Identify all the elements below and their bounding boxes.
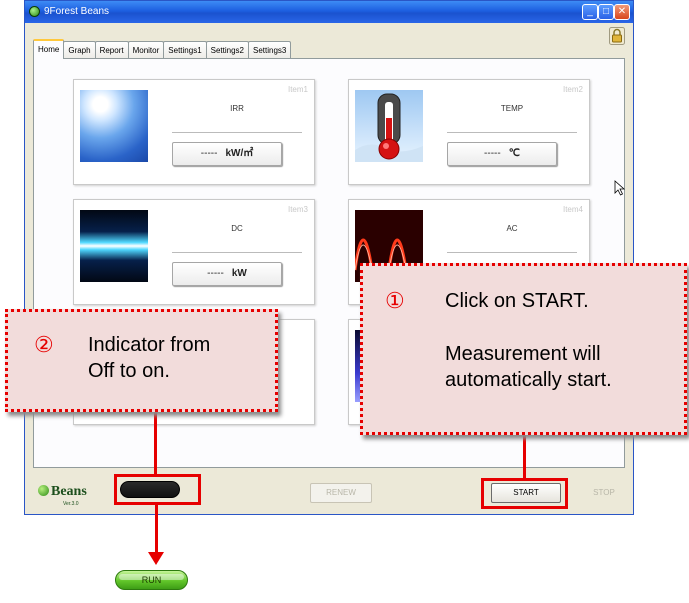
close-icon: ✕ <box>617 6 627 17</box>
thermometer-image <box>355 90 423 162</box>
maximize-icon: □ <box>602 6 610 17</box>
divider <box>172 132 302 133</box>
thermometer-icon <box>355 90 423 162</box>
item-id: Item2 <box>562 85 583 94</box>
callout-text-line2: Off to on. <box>88 360 170 382</box>
item-id: Item3 <box>287 205 308 214</box>
bean-icon <box>38 485 49 496</box>
tab-monitor[interactable]: Monitor <box>127 41 165 59</box>
app-icon <box>29 6 40 17</box>
irr-value-display: ----- kW/㎡ <box>172 142 282 166</box>
indicator-highlight <box>114 474 201 505</box>
item-title: AC <box>506 224 518 233</box>
tab-settings2[interactable]: Settings2 <box>205 41 249 59</box>
item-title: TEMP <box>500 104 524 113</box>
connector-line <box>155 505 158 557</box>
item-card-dc: Item3 DC ----- kW <box>73 199 315 305</box>
tab-settings3[interactable]: Settings3 <box>248 41 292 59</box>
version-label: Ver.3.0 <box>63 501 79 507</box>
unit-text: kW/㎡ <box>225 148 254 159</box>
tab-bar: Home Graph Report Monitor Settings1 Sett… <box>33 39 292 59</box>
divider <box>172 252 302 253</box>
start-highlight <box>481 478 568 509</box>
value-text: ----- <box>200 148 218 159</box>
window-title: 9Forest Beans <box>44 6 110 17</box>
item-id: Item4 <box>562 205 583 214</box>
sun-image <box>80 90 148 162</box>
unit-text: kW <box>231 268 247 279</box>
connector-line <box>523 433 526 478</box>
renew-button[interactable]: RENEW <box>310 483 372 503</box>
close-button[interactable]: ✕ <box>614 4 630 20</box>
maximize-button[interactable]: □ <box>598 4 614 20</box>
minimize-icon: _ <box>587 6 593 17</box>
connector-line <box>154 411 157 474</box>
arrow-down-icon <box>148 552 164 565</box>
callout-text-line2: Measurement will <box>445 343 601 365</box>
callout-text-line1: Indicator from <box>88 334 211 356</box>
title-bar[interactable]: 9Forest Beans _ □ ✕ <box>25 1 633 23</box>
callout-number: ① <box>385 288 405 313</box>
callout-indicator: ② Indicator from Off to on. <box>5 309 278 412</box>
beans-logo: Beans <box>38 484 87 500</box>
callout-text-line3: automatically start. <box>445 369 612 391</box>
divider <box>447 252 577 253</box>
item-card-irr: Item1 IRR ----- kW/㎡ <box>73 79 315 185</box>
value-text: ----- <box>484 148 501 159</box>
mouse-cursor-icon <box>614 180 626 196</box>
temp-value-display: ----- ℃ <box>447 142 557 166</box>
callout-text-line1: Click on START. <box>445 290 589 312</box>
value-text: ----- <box>207 268 224 279</box>
minimize-button[interactable]: _ <box>582 4 598 20</box>
callout-number: ② <box>34 332 54 357</box>
unit-text: ℃ <box>508 148 520 159</box>
item-card-temp: Item2 TEMP ----- ℃ <box>348 79 590 185</box>
lock-icon[interactable] <box>609 27 625 45</box>
item-title: IRR <box>230 104 244 113</box>
callout-start: ① Click on START. Measurement will autom… <box>360 263 687 435</box>
divider <box>447 132 577 133</box>
stop-button[interactable]: STOP <box>577 483 631 503</box>
run-label: RUN <box>141 575 162 585</box>
dc-light-image <box>80 210 148 282</box>
tab-graph[interactable]: Graph <box>63 41 96 59</box>
tab-report[interactable]: Report <box>94 41 129 59</box>
tab-home[interactable]: Home <box>33 39 65 59</box>
app-window: 9Forest Beans _ □ ✕ Home Graph Report Mo… <box>24 0 634 515</box>
run-indicator-on: RUN <box>115 570 188 590</box>
dc-value-display: ----- kW <box>172 262 282 286</box>
tab-settings1[interactable]: Settings1 <box>163 41 207 59</box>
item-title: DC <box>231 224 243 233</box>
item-id: Item1 <box>287 85 308 94</box>
